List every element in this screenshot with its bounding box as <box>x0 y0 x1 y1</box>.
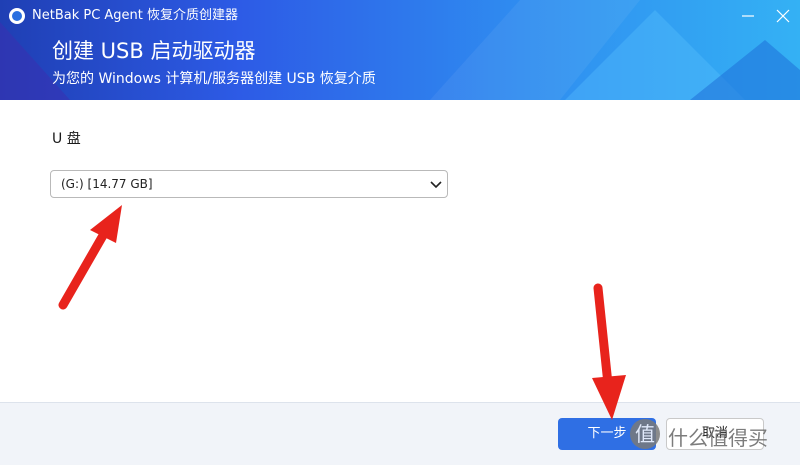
annotation-arrows <box>58 205 626 420</box>
watermark-text: 什么值得买 <box>668 426 768 450</box>
watermark-logo-icon: 值 <box>630 419 660 449</box>
arrow-to-next-button-icon <box>592 283 626 420</box>
arrow-to-drive-select-icon <box>58 205 122 310</box>
recovery-media-creator-window: NetBak PC Agent 恢复介质创建器 创建 USB 启动驱动器 为您的… <box>0 0 800 465</box>
